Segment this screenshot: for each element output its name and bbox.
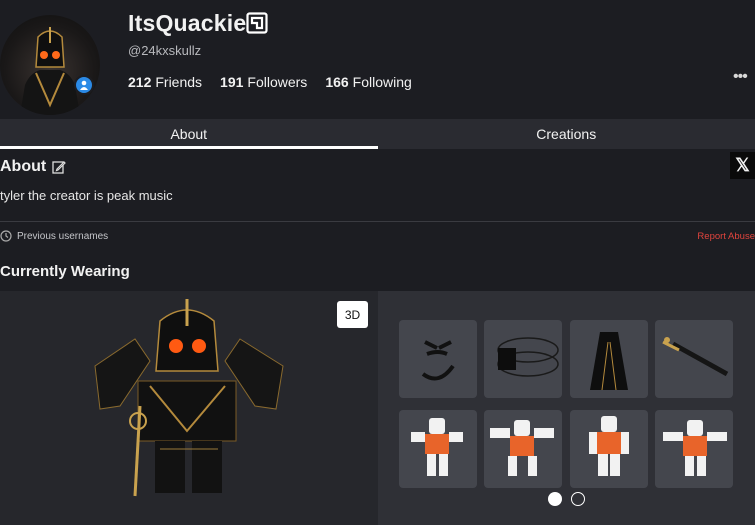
item-animation-1[interactable] bbox=[399, 410, 477, 488]
animation-item-icon bbox=[490, 420, 554, 476]
carousel-dot-1[interactable] bbox=[548, 492, 562, 506]
divider bbox=[0, 221, 755, 222]
item-animation-2[interactable] bbox=[484, 410, 562, 488]
about-title: About bbox=[0, 158, 47, 175]
display-name: ItsQuackie bbox=[128, 10, 247, 36]
account-badge-icon bbox=[74, 75, 94, 95]
premium-icon bbox=[246, 12, 268, 34]
tab-creations[interactable]: Creations bbox=[378, 119, 755, 149]
more-options-icon[interactable]: ••• bbox=[733, 68, 748, 86]
tab-about[interactable]: About bbox=[0, 119, 378, 149]
item-neck-ring[interactable] bbox=[484, 320, 562, 398]
username: @24kxskullz bbox=[128, 43, 202, 58]
followers-stat[interactable]: 191 Followers bbox=[220, 74, 307, 90]
about-heading: About bbox=[0, 158, 67, 176]
bio-text: tyler the creator is peak music bbox=[0, 188, 173, 203]
toggle-3d-button[interactable]: 3D bbox=[337, 301, 368, 328]
sword-item-icon bbox=[662, 337, 729, 377]
animation-item-icon bbox=[589, 416, 629, 476]
report-abuse-link[interactable]: Report Abuse bbox=[697, 231, 755, 242]
history-icon bbox=[0, 230, 12, 242]
x-social-icon[interactable]: 𝕏 bbox=[730, 152, 755, 179]
previous-usernames[interactable]: Previous usernames bbox=[0, 230, 108, 242]
cloak-item-icon bbox=[590, 332, 628, 391]
currently-wearing-title: Currently Wearing bbox=[0, 263, 130, 280]
carousel-dot-2[interactable] bbox=[571, 492, 585, 506]
animation-item-icon bbox=[411, 418, 463, 476]
animation-item-icon bbox=[663, 420, 727, 476]
item-animation-3[interactable] bbox=[570, 410, 648, 488]
friends-stat[interactable]: 212 Friends bbox=[128, 74, 202, 90]
profile-avatar[interactable] bbox=[0, 15, 100, 115]
item-animation-4[interactable] bbox=[655, 410, 733, 488]
neck-ring-item-icon bbox=[497, 337, 559, 377]
face-item-icon bbox=[421, 340, 455, 381]
previous-usernames-label: Previous usernames bbox=[17, 230, 109, 242]
avatar-3d-viewer[interactable] bbox=[0, 291, 378, 525]
edit-icon[interactable] bbox=[52, 160, 67, 174]
following-stat[interactable]: 166 Following bbox=[325, 74, 412, 90]
item-cloak[interactable] bbox=[570, 320, 648, 398]
avatar-character-icon bbox=[20, 27, 80, 115]
profile-stats: 212 Friends 191 Followers 166 Following bbox=[128, 74, 412, 90]
profile-tabs: About Creations bbox=[0, 119, 755, 149]
item-sword[interactable] bbox=[655, 320, 733, 398]
avatar-figure-icon bbox=[94, 299, 284, 497]
item-face[interactable] bbox=[399, 320, 477, 398]
